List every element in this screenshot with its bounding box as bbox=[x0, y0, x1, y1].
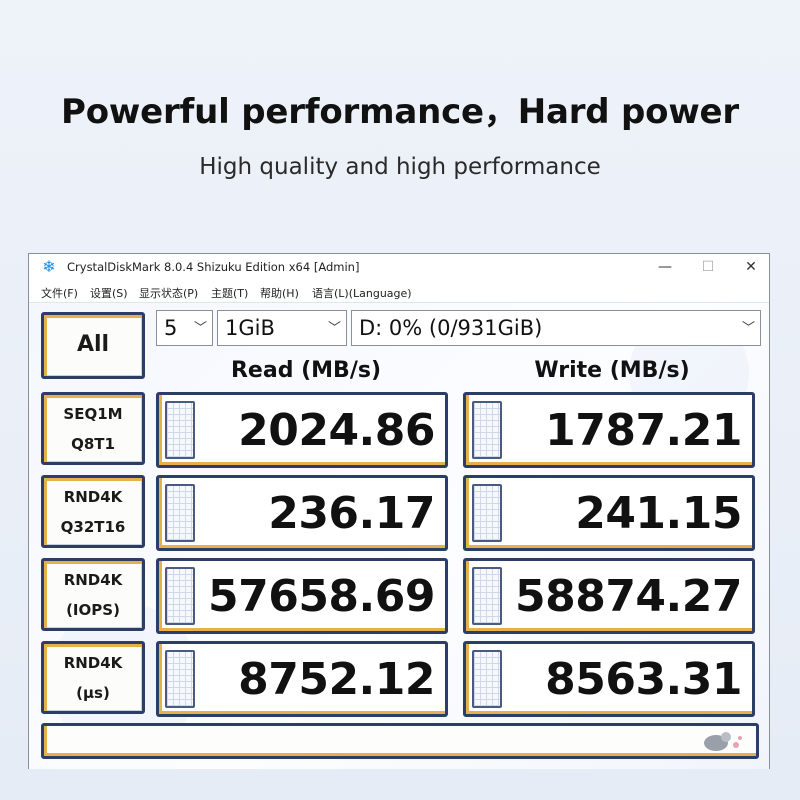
count-select[interactable]: 5 ﹀ bbox=[156, 310, 213, 346]
read-result-cell: 8752.12 bbox=[156, 641, 448, 717]
all-button-label: All bbox=[76, 332, 110, 357]
status-bar bbox=[41, 723, 759, 759]
progress-bar bbox=[472, 401, 502, 459]
all-button[interactable]: All bbox=[41, 312, 145, 379]
test-label: (μs) bbox=[76, 684, 110, 702]
menu-settings[interactable]: 设置(S) bbox=[90, 285, 128, 301]
menu-theme[interactable]: 主题(T) bbox=[211, 285, 248, 301]
progress-bar bbox=[165, 401, 195, 459]
read-result-cell: 57658.69 bbox=[156, 558, 448, 634]
window-title: CrystalDiskMark 8.0.4 Shizuku Edition x6… bbox=[67, 260, 360, 274]
minimize-button[interactable]: — bbox=[643, 254, 687, 282]
read-result-cell: 236.17 bbox=[156, 475, 448, 551]
menu-language[interactable]: 语言(L)(Language) bbox=[312, 285, 412, 301]
progress-bar bbox=[472, 650, 502, 708]
write-value: 241.15 bbox=[575, 488, 742, 539]
chevron-down-icon: ﹀ bbox=[327, 321, 341, 336]
test-label: Q32T16 bbox=[60, 518, 126, 536]
read-column-header: Read (MB/s) bbox=[230, 358, 381, 383]
benchmark-panel: All 5 ﹀ 1GiB ﹀ D: 0% (0/931GiB) ﹀ Read (… bbox=[29, 303, 769, 769]
crystaldiskmark-icon: ❄ bbox=[42, 259, 56, 276]
read-value: 8752.12 bbox=[238, 654, 435, 705]
test-label: Q8T1 bbox=[71, 435, 115, 453]
close-button[interactable]: ✕ bbox=[729, 254, 773, 282]
progress-bar bbox=[472, 484, 502, 542]
write-value: 8563.31 bbox=[545, 654, 742, 705]
chevron-down-icon: ﹀ bbox=[193, 321, 207, 336]
menu-help[interactable]: 帮助(H) bbox=[260, 285, 299, 301]
test-label: RND4K bbox=[63, 488, 123, 506]
subline: High quality and high performance bbox=[199, 154, 601, 180]
drive-select[interactable]: D: 0% (0/931GiB) ﹀ bbox=[351, 310, 761, 346]
write-result-cell: 1787.21 bbox=[463, 392, 755, 468]
progress-bar bbox=[165, 484, 195, 542]
app-window: ❄ CrystalDiskMark 8.0.4 Shizuku Edition … bbox=[28, 253, 770, 769]
chevron-down-icon: ﹀ bbox=[741, 321, 755, 336]
test-label: RND4K bbox=[63, 571, 123, 589]
write-value: 1787.21 bbox=[545, 405, 742, 456]
write-value: 58874.27 bbox=[514, 571, 743, 622]
write-result-cell: 8563.31 bbox=[463, 641, 755, 717]
progress-bar bbox=[165, 650, 195, 708]
title-bar[interactable]: ❄ CrystalDiskMark 8.0.4 Shizuku Edition … bbox=[29, 254, 769, 282]
test-label: (IOPS) bbox=[66, 601, 120, 619]
progress-bar bbox=[472, 567, 502, 625]
read-result-cell: 2024.86 bbox=[156, 392, 448, 468]
size-select[interactable]: 1GiB ﹀ bbox=[217, 310, 347, 346]
count-select-value: 5 bbox=[164, 316, 178, 340]
read-value: 236.17 bbox=[268, 488, 435, 539]
test-button-rnd4k-iops[interactable]: RND4K (IOPS) bbox=[41, 558, 145, 631]
write-result-cell: 58874.27 bbox=[463, 558, 755, 634]
test-button-seq1m-q8t1[interactable]: SEQ1M Q8T1 bbox=[41, 392, 145, 465]
menu-display[interactable]: 显示状态(P) bbox=[139, 285, 198, 301]
drive-select-value: D: 0% (0/931GiB) bbox=[359, 316, 543, 340]
read-value: 2024.86 bbox=[238, 405, 435, 456]
test-button-rnd4k-q32t16[interactable]: RND4K Q32T16 bbox=[41, 475, 145, 548]
test-button-rnd4k-latency[interactable]: RND4K (μs) bbox=[41, 641, 145, 714]
write-column-header: Write (MB/s) bbox=[534, 358, 690, 383]
read-value: 57658.69 bbox=[207, 571, 436, 622]
progress-bar bbox=[165, 567, 195, 625]
headline: Powerful performance，Hard power bbox=[61, 92, 739, 132]
size-select-value: 1GiB bbox=[225, 316, 275, 340]
test-label: RND4K bbox=[63, 654, 123, 672]
mascot-icon bbox=[704, 732, 742, 751]
write-result-cell: 241.15 bbox=[463, 475, 755, 551]
menu-bar: 文件(F) 设置(S) 显示状态(P) 主题(T) 帮助(H) 语言(L)(La… bbox=[29, 282, 769, 303]
menu-file[interactable]: 文件(F) bbox=[41, 285, 78, 301]
test-label: SEQ1M bbox=[63, 405, 123, 423]
maximize-button[interactable]: ☐ bbox=[686, 254, 730, 282]
